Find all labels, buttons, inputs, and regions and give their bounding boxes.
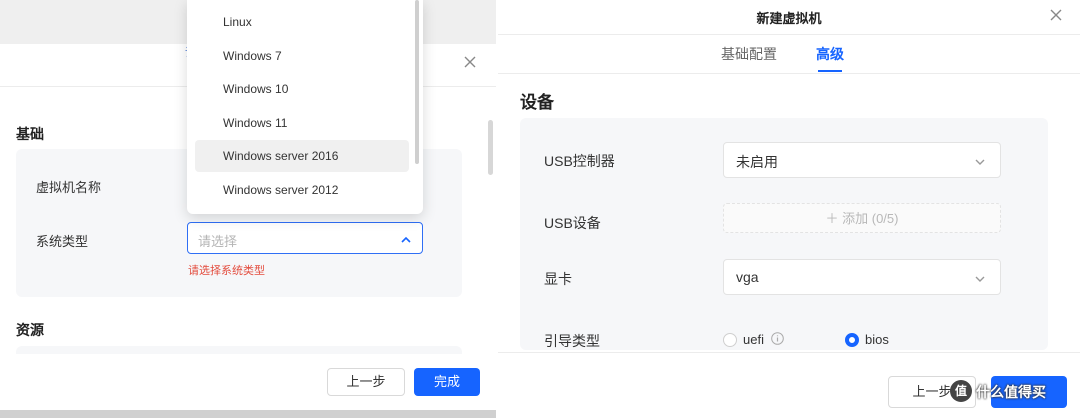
close-icon[interactable] (462, 54, 478, 70)
close-icon[interactable] (1048, 7, 1064, 23)
system-type-select[interactable]: 请选择 (187, 222, 423, 254)
footer-divider (498, 352, 1080, 353)
graphics-label: 显卡 (544, 271, 572, 287)
radio-uefi[interactable] (723, 333, 737, 347)
prev-button[interactable]: 上一步 (327, 368, 405, 396)
usb-controller-label: USB控制器 (544, 153, 615, 169)
watermark-text: 什么值得买 (976, 384, 1046, 400)
section-title-resources: 资源 (16, 322, 44, 338)
section-title-devices: 设备 (520, 93, 554, 112)
system-type-error: 请选择系统类型 (188, 265, 265, 277)
tab-basic-config[interactable]: 基础配置 (721, 44, 777, 64)
bottom-scrollbar[interactable] (0, 410, 496, 418)
usb-controller-value: 未启用 (736, 154, 778, 170)
graphics-select[interactable]: vga (723, 259, 1001, 295)
resources-card (16, 346, 462, 354)
add-usb-device-button[interactable]: ＋ 添加 (0/5) (723, 203, 1001, 233)
chevron-down-icon (974, 272, 986, 284)
active-tab-indicator (818, 70, 842, 72)
header-divider (498, 34, 1080, 35)
left-scrollbar[interactable] (488, 120, 493, 175)
system-type-dropdown: Linux Windows 7 Windows 10 Windows 11 Wi… (187, 0, 423, 214)
radio-bios[interactable] (845, 333, 859, 347)
dialog-title: 新建虚拟机 (756, 11, 822, 26)
usb-controller-select[interactable]: 未启用 (723, 142, 1001, 178)
dropdown-option[interactable]: Windows 11 (195, 107, 409, 139)
graphics-value: vga (736, 269, 759, 285)
radio-uefi-label[interactable]: uefi (743, 332, 764, 347)
radio-bios-label[interactable]: bios (865, 332, 889, 347)
chevron-down-icon (974, 155, 986, 167)
done-button[interactable]: 完成 (414, 368, 480, 396)
section-title-basic: 基础 (16, 126, 44, 142)
dropdown-option[interactable]: Linux (195, 6, 409, 38)
dropdown-option[interactable]: Windows 7 (195, 40, 409, 72)
new-vm-dialog: 新建虚拟机 基础配置 高级 设备 USB控制器 未启用 USB设备 ＋ 添加 (… (498, 0, 1080, 418)
tab-divider (498, 73, 1080, 74)
system-type-label: 系统类型 (36, 234, 89, 249)
dropdown-scrollbar[interactable] (415, 0, 419, 164)
usb-device-label: USB设备 (544, 215, 601, 231)
dropdown-option-highlighted[interactable]: Windows server 2016 (195, 140, 409, 172)
boot-type-label: 引导类型 (544, 333, 600, 349)
vm-name-label: 虚拟机名称 (36, 180, 102, 195)
tab-advanced[interactable]: 高级 (816, 44, 844, 64)
dropdown-option[interactable]: Windows server 2012 (195, 174, 409, 206)
info-icon[interactable] (771, 332, 784, 345)
chevron-up-icon (400, 233, 412, 245)
watermark-logo-icon: 值 (950, 380, 972, 402)
system-type-placeholder: 请选择 (198, 234, 238, 249)
dropdown-option[interactable]: Windows 10 (195, 73, 409, 105)
